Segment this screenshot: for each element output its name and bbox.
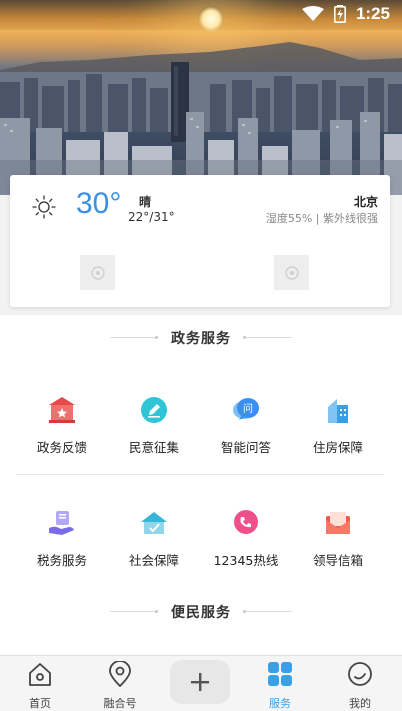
location-pin-icon bbox=[109, 661, 131, 687]
temperature: 30° bbox=[76, 187, 122, 220]
service-public-opinion[interactable]: 民意征集 bbox=[108, 395, 200, 475]
weather-details: 湿度55% | 紫外线很强 bbox=[265, 212, 378, 225]
home-icon bbox=[29, 663, 51, 686]
add-button[interactable] bbox=[170, 660, 230, 704]
service-tax[interactable]: 税务服务 bbox=[16, 508, 108, 588]
bottom-navigation: 首页 融合号 服务 我的 bbox=[0, 655, 402, 711]
nav-label: 我的 bbox=[349, 697, 371, 710]
nav-label: 服务 bbox=[269, 697, 291, 710]
service-label: 12345热线 bbox=[213, 553, 279, 568]
service-label: 智能问答 bbox=[220, 440, 271, 455]
service-label: 民意征集 bbox=[128, 440, 179, 455]
service-leader-mailbox[interactable]: 领导信箱 bbox=[292, 508, 384, 588]
tax-hand-icon bbox=[49, 511, 74, 535]
mailbox-icon bbox=[326, 512, 350, 534]
services-content: 政务服务 政务反馈 民意征集 问 智能问答 住房保障 税务服务 社会保障 123… bbox=[0, 315, 402, 655]
service-housing[interactable]: 住房保障 bbox=[292, 395, 384, 475]
temperature-range: 22°/31° bbox=[128, 210, 175, 224]
service-label: 社会保障 bbox=[128, 553, 179, 568]
nav-label: 首页 bbox=[29, 697, 51, 710]
phone-hotline-icon bbox=[234, 510, 258, 534]
weather-condition: 晴 bbox=[139, 195, 152, 209]
weather-card[interactable]: 30° 晴 22°/31° 北京 湿度55% | 紫外线很强 bbox=[10, 175, 390, 307]
section-title-government: 政务服务 bbox=[171, 331, 231, 347]
service-label: 税务服务 bbox=[36, 553, 87, 568]
pen-edit-icon bbox=[141, 397, 167, 423]
service-hotline[interactable]: 12345热线 bbox=[200, 508, 292, 588]
plus-icon bbox=[191, 673, 209, 691]
section-title-convenience: 便民服务 bbox=[171, 605, 231, 621]
government-building-icon bbox=[49, 397, 75, 423]
service-label: 政务反馈 bbox=[36, 440, 87, 455]
service-label: 住房保障 bbox=[312, 440, 363, 455]
sunny-weather-icon bbox=[32, 195, 56, 219]
profile-icon bbox=[348, 662, 372, 686]
placeholder-image-icon[interactable] bbox=[274, 255, 309, 290]
nav-item-me[interactable]: 我的 bbox=[320, 656, 400, 711]
svg-text:问: 问 bbox=[243, 402, 253, 415]
housing-building-icon bbox=[328, 399, 348, 423]
grid-services-icon bbox=[268, 662, 292, 686]
wifi-icon bbox=[301, 6, 324, 21]
hero-banner-image bbox=[0, 0, 402, 195]
row-divider bbox=[16, 474, 384, 475]
service-government-feedback[interactable]: 政务反馈 bbox=[16, 395, 108, 475]
city-name: 北京 bbox=[353, 195, 378, 209]
service-smart-qa[interactable]: 问 智能问答 bbox=[200, 395, 292, 475]
nav-label: 融合号 bbox=[103, 697, 137, 710]
social-security-house-icon bbox=[141, 512, 167, 534]
nav-item-home[interactable]: 首页 bbox=[0, 656, 80, 711]
service-social-security[interactable]: 社会保障 bbox=[108, 508, 200, 588]
status-time: 1:25 bbox=[355, 4, 390, 23]
placeholder-image-icon[interactable] bbox=[80, 255, 115, 290]
status-bar: 1:25 bbox=[301, 0, 402, 28]
battery-charging-icon bbox=[333, 5, 346, 23]
service-label: 领导信箱 bbox=[312, 553, 363, 568]
nav-item-services[interactable]: 服务 bbox=[240, 656, 320, 711]
nav-item-fusion[interactable]: 融合号 bbox=[80, 656, 160, 711]
chat-question-icon: 问 bbox=[233, 398, 259, 420]
